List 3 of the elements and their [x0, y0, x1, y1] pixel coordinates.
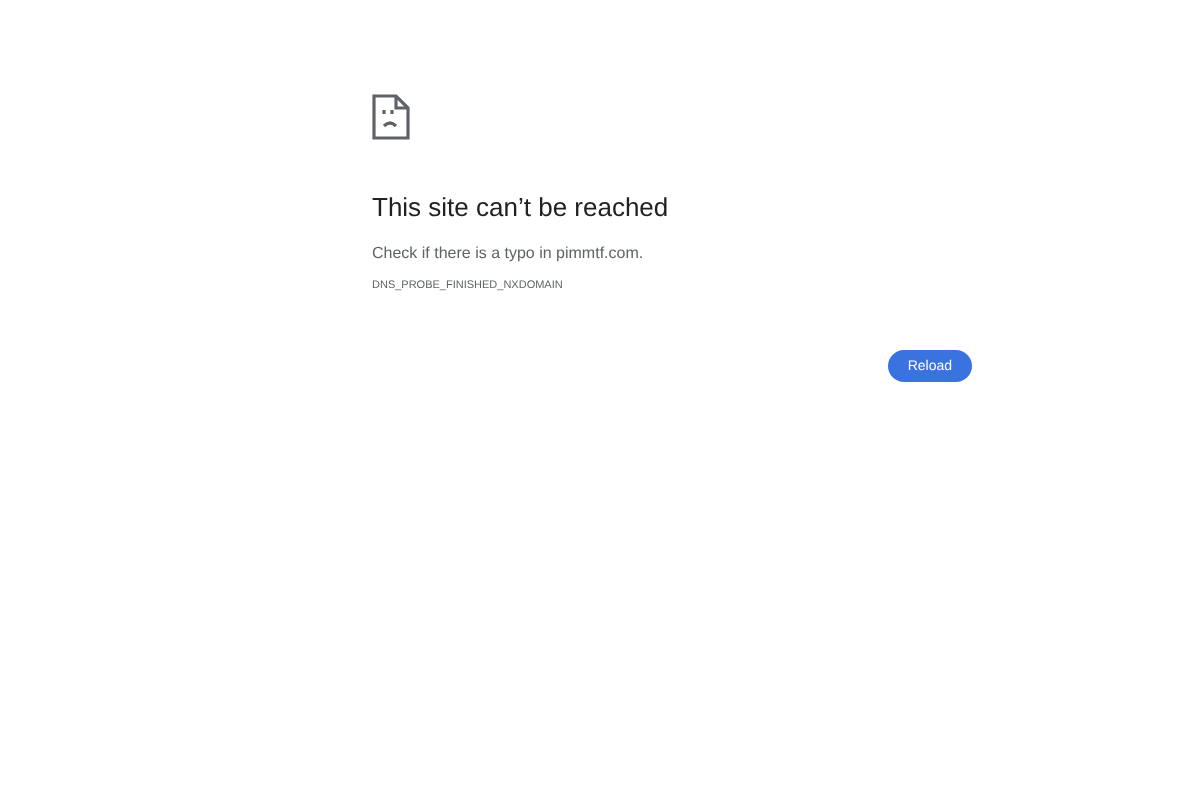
error-message: Check if there is a typo in pimmtf.com. — [372, 242, 646, 264]
error-heading: This site can’t be reached — [372, 190, 671, 226]
sad-page-icon — [372, 94, 410, 140]
